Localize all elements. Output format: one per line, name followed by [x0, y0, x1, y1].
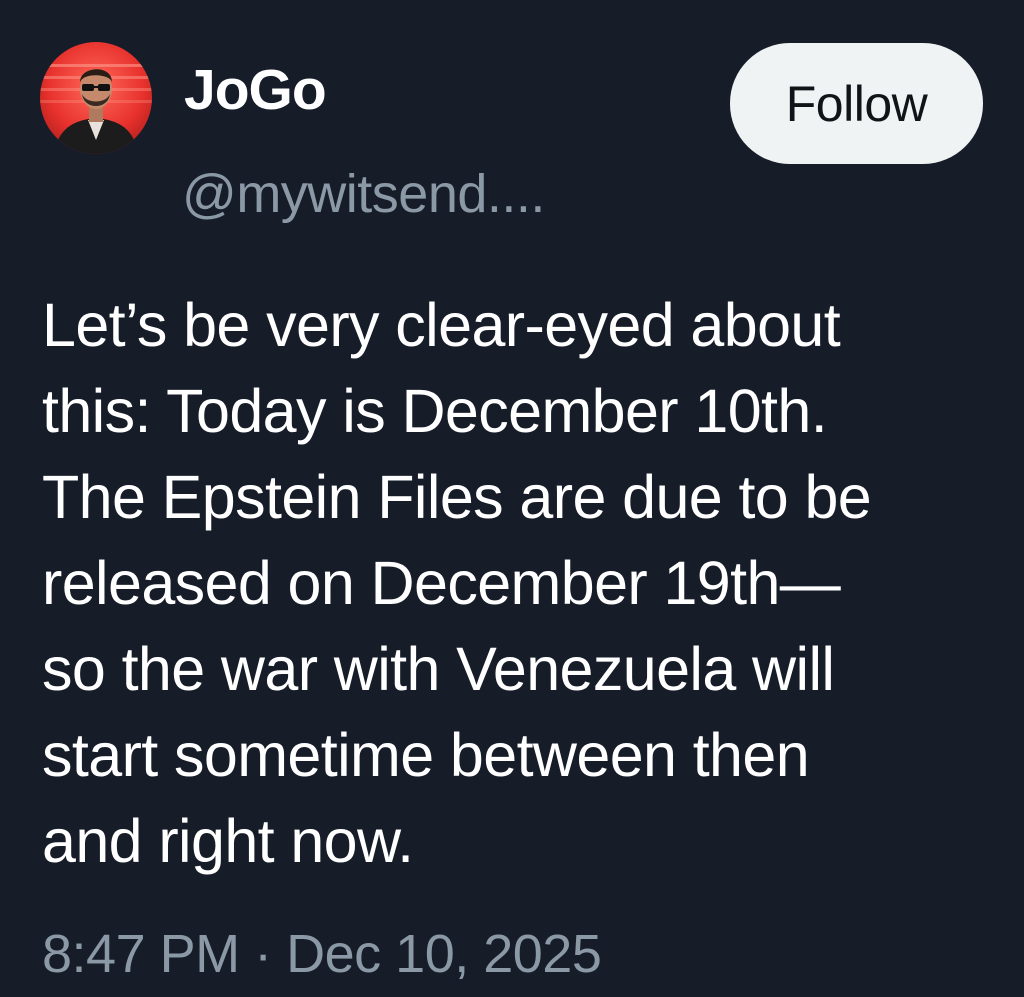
tweet-timestamp[interactable]: 8:47 PM · Dec 10, 2025 — [42, 924, 602, 984]
follow-button[interactable]: Follow — [730, 43, 983, 164]
avatar[interactable] — [40, 42, 152, 154]
tweet-card: JoGo @mywitsend.... Follow Let’s be very… — [0, 0, 1024, 997]
tweet-text-line: and right now. — [42, 807, 414, 875]
tweet-text-line: released on December 19th— — [42, 549, 841, 617]
tweet-text-line: Let’s be very clear-eyed about — [42, 291, 841, 359]
tweet-time[interactable]: 8:47 PM — [42, 924, 240, 984]
display-name[interactable]: JoGo — [184, 62, 327, 119]
tweet-date[interactable]: Dec 10, 2025 — [286, 924, 602, 984]
tweet-text-line: The Epstein Files are due to be — [42, 463, 872, 531]
tweet-text-line: start sometime between then — [42, 721, 810, 789]
avatar-image — [40, 42, 152, 154]
meta-separator: · — [254, 924, 272, 984]
tweet-text-line: so the war with Venezuela will — [42, 635, 835, 703]
tweet-text: Let’s be very clear-eyed about this: Tod… — [42, 282, 1002, 884]
user-handle[interactable]: @mywitsend.... — [182, 167, 545, 221]
tweet-text-line: this: Today is December 10th. — [42, 377, 828, 445]
